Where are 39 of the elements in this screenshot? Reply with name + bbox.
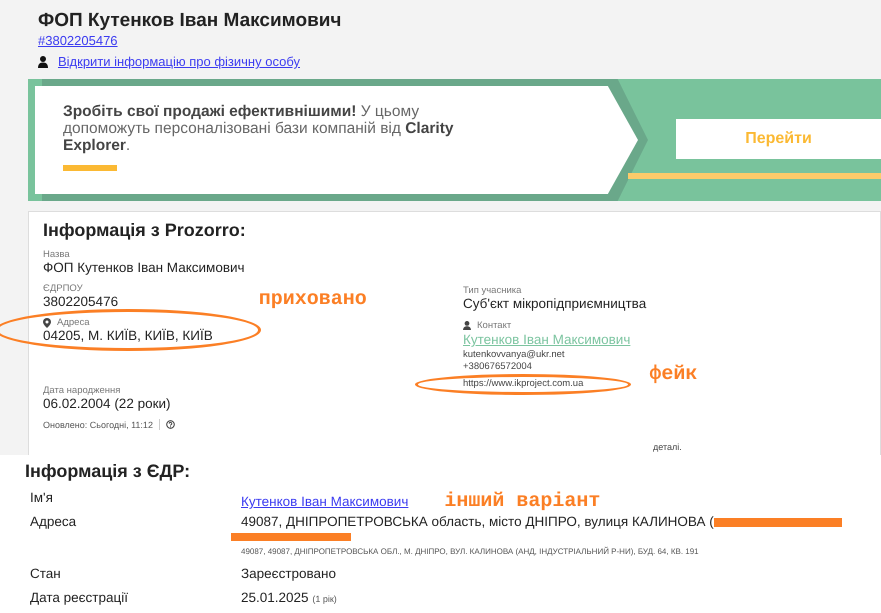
- id-link[interactable]: #3802205476: [38, 33, 118, 48]
- annotation-label: інший варіант: [444, 490, 600, 513]
- company-title: ФОП Кутенков Іван Максимович: [38, 10, 342, 32]
- details-text: деталі.: [653, 442, 682, 452]
- person-icon: [38, 56, 48, 68]
- address-detail: 49087, 49087, ДНІПРОПЕТРОВСЬКА ОБЛ., М. ДНІПРО, ВУЛ. КАЛИНОВА (АНД, ІНДУСТРІАЛЬНИЙ Р-НИ), БУД. 64, КВ. 191: [241, 547, 700, 556]
- field-label: Дата народження: [43, 385, 122, 396]
- field-value: 06.02.2004 (22 роки): [43, 396, 171, 411]
- field-value: Суб'єкт мікропідприємництва: [463, 296, 648, 311]
- help-icon[interactable]: [166, 420, 175, 429]
- name-link[interactable]: Кутенков Іван Максимович: [241, 494, 408, 509]
- field-label: Контакт: [477, 320, 512, 331]
- field-label: Адреса: [57, 317, 90, 328]
- field-label: ЄДРПОУ: [43, 283, 84, 294]
- row-value: Зареєстровано: [241, 566, 336, 581]
- person-info-link[interactable]: Відкрити інформацію про фізичну особу: [58, 54, 300, 69]
- row-value: 49087, ДНІПРОПЕТРОВСЬКА область, місто ДНІПРО, вулиця КАЛИНОВА (: [241, 514, 714, 529]
- row-label: Адреса: [29, 514, 78, 531]
- field-label: Тип учасника: [463, 285, 522, 296]
- section-title: Інформація з Prozorro:: [43, 220, 247, 241]
- field-value: ФОП Кутенков Іван Максимович: [43, 260, 245, 275]
- annotation-label: приховано: [258, 287, 368, 313]
- row-label: Стан: [29, 566, 62, 583]
- annotation-label: фейк: [648, 362, 698, 388]
- person-icon: [463, 320, 471, 330]
- contact-detail: +380676572004: [463, 361, 532, 372]
- promo-text: Зробіть свої продажі ефективнішими! У цьому допоможуть персоналізовані бази компаній від Clarity Explorer.: [63, 103, 454, 154]
- section-title: Інформація з ЄДР:: [25, 461, 192, 482]
- updated-text: Оновлено: Сьогодні, 11:12: [43, 420, 153, 430]
- row-label: Дата реєстрації: [29, 590, 129, 607]
- row-value: 25.01.2025: [241, 590, 309, 605]
- contact-detail: kutenkovvanya@ukr.net: [463, 349, 565, 360]
- field-label: Назва: [43, 249, 71, 260]
- row-label: Ім'я: [29, 490, 54, 507]
- map-pin-icon: [43, 318, 51, 328]
- contact-detail: https://www.ikproject.com.ua: [463, 378, 584, 389]
- field-value: 04205, М. КИЇВ, КИЇВ, КИЇВ: [43, 328, 213, 343]
- field-value: 3802205476: [43, 294, 118, 309]
- duration-text: (1 рік): [312, 594, 337, 604]
